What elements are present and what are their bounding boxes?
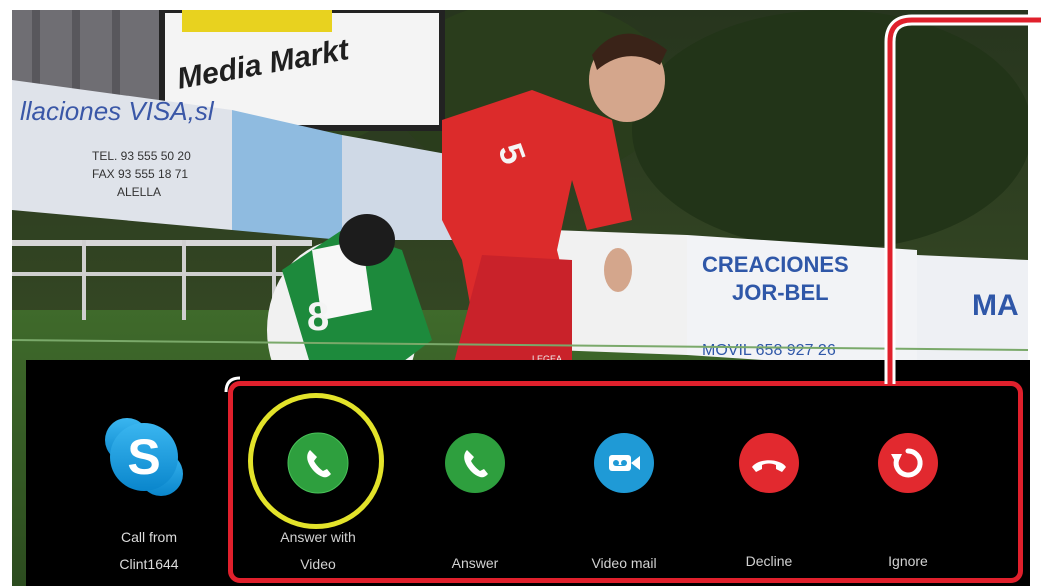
answer-label: Answer xyxy=(451,555,499,571)
caller-label: Call from xyxy=(120,529,177,545)
svg-text:FAX 93 555 18 71: FAX 93 555 18 71 xyxy=(92,167,188,181)
phone-answer-icon[interactable] xyxy=(444,432,506,494)
video-mail-button[interactable]: Video mail xyxy=(554,410,694,586)
svg-text:S: S xyxy=(127,429,160,485)
answer-button[interactable]: Answer xyxy=(405,410,545,586)
svg-text:ALELLA: ALELLA xyxy=(117,185,161,199)
svg-text:JOR-BEL: JOR-BEL xyxy=(732,280,829,305)
ignore-label: Ignore xyxy=(888,553,928,569)
svg-text:MA: MA xyxy=(972,289,1019,322)
decline-button[interactable]: Decline xyxy=(699,410,839,586)
ignore-button[interactable]: Ignore xyxy=(838,410,978,586)
phone-decline-icon[interactable] xyxy=(738,432,800,494)
svg-text:8: 8 xyxy=(307,295,329,339)
svg-text:MOVIL 658 927 26: MOVIL 658 927 26 xyxy=(702,342,836,359)
video-mail-icon[interactable] xyxy=(593,432,655,494)
caller-info: S Call from Clint1644 xyxy=(91,410,207,586)
video-mail-label: Video mail xyxy=(591,555,657,571)
caller-name: Clint1644 xyxy=(119,556,179,572)
skype-logo-icon: S xyxy=(105,418,183,496)
ignore-icon[interactable] xyxy=(877,432,939,494)
svg-text:TEL. 93 555 50 20: TEL. 93 555 50 20 xyxy=(92,149,191,163)
phone-video-answer-icon[interactable] xyxy=(287,432,349,494)
decline-label: Decline xyxy=(745,553,793,569)
svg-text:CREACIONES: CREACIONES xyxy=(702,252,849,277)
answer-with-video-label-line2: Video xyxy=(300,556,336,572)
svg-text:llaciones VISA,sl: llaciones VISA,sl xyxy=(20,96,215,126)
answer-with-video-button[interactable]: Answer with Video xyxy=(248,410,388,586)
answer-with-video-label-line1: Answer with xyxy=(280,529,356,545)
